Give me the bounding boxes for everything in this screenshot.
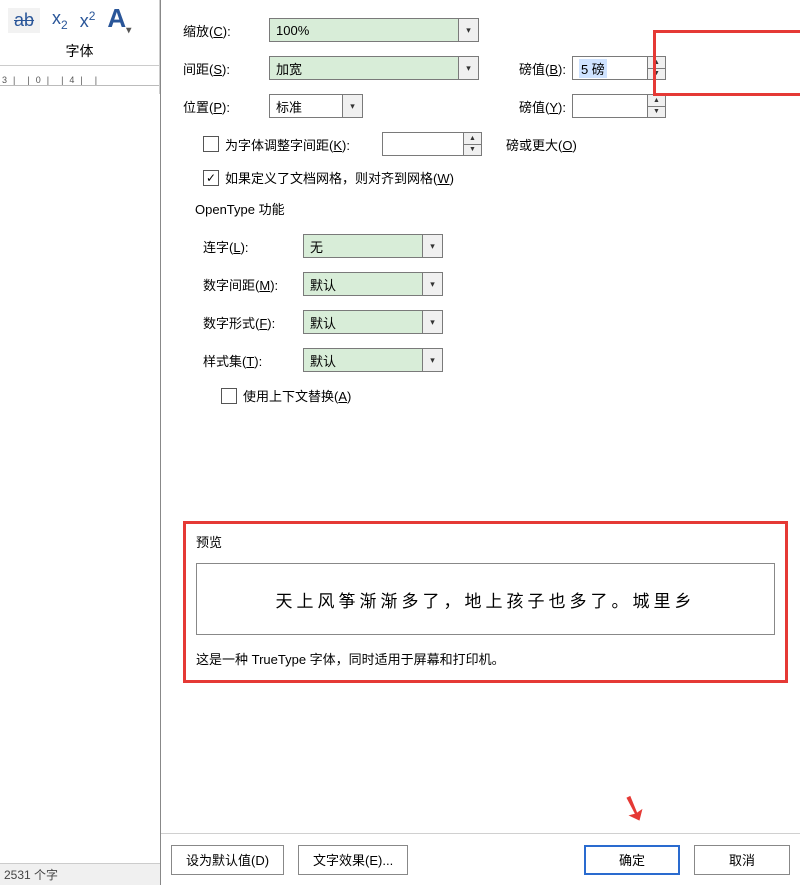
ok-button[interactable]: 确定: [584, 845, 680, 875]
word-window-left-pane: ab x2 x2 A▾ 字体 3||0||4|| 2531 个字: [0, 0, 160, 885]
position-dropdown-icon[interactable]: ▾: [343, 94, 363, 118]
ligatures-label: 连字(L):: [203, 237, 303, 256]
position-points-spinner[interactable]: ▲ ▼: [572, 94, 666, 118]
scale-value[interactable]: 100%: [269, 18, 459, 42]
contextual-checkbox-row[interactable]: 使用上下文替换(A): [221, 386, 788, 405]
kerning-checkbox-row[interactable]: 为字体调整字间距(K): ▲ ▼ 磅或更大(O): [203, 132, 788, 156]
points-spinner-buttons[interactable]: ▲ ▼: [648, 56, 666, 80]
spacing-value[interactable]: 加宽: [269, 56, 459, 80]
text-effects-button[interactable]: A▾: [107, 3, 131, 36]
position-points-spinner-buttons[interactable]: ▲ ▼: [648, 94, 666, 118]
numspacing-row: 数字间距(M): 默认 ▾: [203, 272, 788, 296]
spacing-dropdown-icon[interactable]: ▾: [459, 56, 479, 80]
truetype-note: 这是一种 TrueType 字体，同时适用于屏幕和打印机。: [196, 649, 775, 668]
dialog-button-bar: 设为默认值(D) 文字效果(E)... 确定 取消: [161, 833, 800, 885]
kerning-spinner[interactable]: ▲ ▼: [382, 132, 482, 156]
cancel-button[interactable]: 取消: [694, 845, 790, 875]
annotation-arrow-icon: ➘: [613, 783, 656, 833]
text-effects-button[interactable]: 文字效果(E)...: [298, 845, 408, 875]
numspacing-label: 数字间距(M):: [203, 275, 303, 294]
position-combo[interactable]: 标准 ▾: [269, 94, 363, 118]
scale-label: 缩放(C):: [183, 21, 269, 40]
subscript-button[interactable]: x2: [52, 8, 68, 32]
snapgrid-label: 如果定义了文档网格，则对齐到网格(W): [225, 168, 454, 187]
ligatures-dropdown-icon[interactable]: ▾: [423, 234, 443, 258]
strikethrough-icon[interactable]: ab: [8, 8, 40, 33]
numforms-label: 数字形式(F):: [203, 313, 303, 332]
preview-title: 预览: [196, 532, 775, 551]
kerning-trail-label: 磅或更大(O): [506, 135, 577, 154]
ligatures-combo[interactable]: 无 ▾: [303, 234, 443, 258]
numforms-dropdown-icon[interactable]: ▾: [423, 310, 443, 334]
numspacing-dropdown-icon[interactable]: ▾: [423, 272, 443, 296]
ligatures-row: 连字(L): 无 ▾: [203, 234, 788, 258]
spinner-up-icon[interactable]: ▲: [648, 95, 665, 107]
styleset-row: 样式集(T): 默认 ▾: [203, 348, 788, 372]
annotation-red-box-preview: 预览 天上风筝渐渐多了，地上孩子也多了。城里乡 这是一种 TrueType 字体…: [183, 521, 788, 683]
spinner-down-icon[interactable]: ▼: [648, 107, 665, 118]
status-bar[interactable]: 2531 个字: [0, 863, 160, 885]
kerning-label: 为字体调整字间距(K):: [225, 135, 350, 154]
spinner-up-icon[interactable]: ▲: [648, 57, 665, 69]
contextual-label: 使用上下文替换(A): [243, 386, 351, 405]
spacing-row: 间距(S): 加宽 ▾ 磅值(B): 5 磅 ▲ ▼: [183, 56, 788, 80]
styleset-value[interactable]: 默认: [303, 348, 423, 372]
styleset-combo[interactable]: 默认 ▾: [303, 348, 443, 372]
styleset-dropdown-icon[interactable]: ▾: [423, 348, 443, 372]
font-dialog: 缩放(C): 100% ▾ 间距(S): 加宽 ▾ 磅值(B): 5 磅: [160, 0, 800, 885]
points-value[interactable]: 5 磅: [572, 56, 648, 80]
spinner-down-icon[interactable]: ▼: [464, 145, 481, 156]
position-row: 位置(P): 标准 ▾ 磅值(Y): ▲ ▼: [183, 94, 788, 118]
position-points-label: 磅值(Y):: [519, 97, 566, 116]
opentype-header: OpenType 功能: [195, 199, 788, 218]
ribbon-group-label-font[interactable]: 字体: [0, 38, 159, 66]
set-default-button[interactable]: 设为默认值(D): [171, 845, 284, 875]
points-spinner[interactable]: 5 磅 ▲ ▼: [572, 56, 666, 80]
document-area[interactable]: [0, 94, 160, 863]
scale-dropdown-icon[interactable]: ▾: [459, 18, 479, 42]
position-points-value[interactable]: [572, 94, 648, 118]
preview-sample-text: 天上风筝渐渐多了，地上孩子也多了。城里乡: [196, 563, 775, 635]
scale-row: 缩放(C): 100% ▾: [183, 18, 788, 42]
numforms-value[interactable]: 默认: [303, 310, 423, 334]
scale-combo[interactable]: 100% ▾: [269, 18, 479, 42]
position-label: 位置(P):: [183, 97, 269, 116]
kerning-checkbox[interactable]: [203, 136, 219, 152]
points-label: 磅值(B):: [519, 59, 566, 78]
snapgrid-checkbox[interactable]: ✓: [203, 170, 219, 186]
kerning-spinner-buttons[interactable]: ▲ ▼: [464, 132, 482, 156]
snapgrid-checkbox-row[interactable]: ✓ 如果定义了文档网格，则对齐到网格(W): [203, 168, 788, 187]
ligatures-value[interactable]: 无: [303, 234, 423, 258]
numspacing-value[interactable]: 默认: [303, 272, 423, 296]
position-value[interactable]: 标准: [269, 94, 343, 118]
superscript-button[interactable]: x2: [80, 9, 96, 32]
styleset-label: 样式集(T):: [203, 351, 303, 370]
spinner-down-icon[interactable]: ▼: [648, 69, 665, 80]
spinner-up-icon[interactable]: ▲: [464, 133, 481, 145]
spacing-label: 间距(S):: [183, 59, 269, 78]
ribbon-font-group-icons: ab x2 x2 A▾: [0, 0, 159, 38]
numforms-combo[interactable]: 默认 ▾: [303, 310, 443, 334]
numforms-row: 数字形式(F): 默认 ▾: [203, 310, 788, 334]
kerning-value[interactable]: [382, 132, 464, 156]
spacing-combo[interactable]: 加宽 ▾: [269, 56, 479, 80]
horizontal-ruler[interactable]: 3||0||4||: [0, 66, 159, 86]
numspacing-combo[interactable]: 默认 ▾: [303, 272, 443, 296]
contextual-checkbox[interactable]: [221, 388, 237, 404]
